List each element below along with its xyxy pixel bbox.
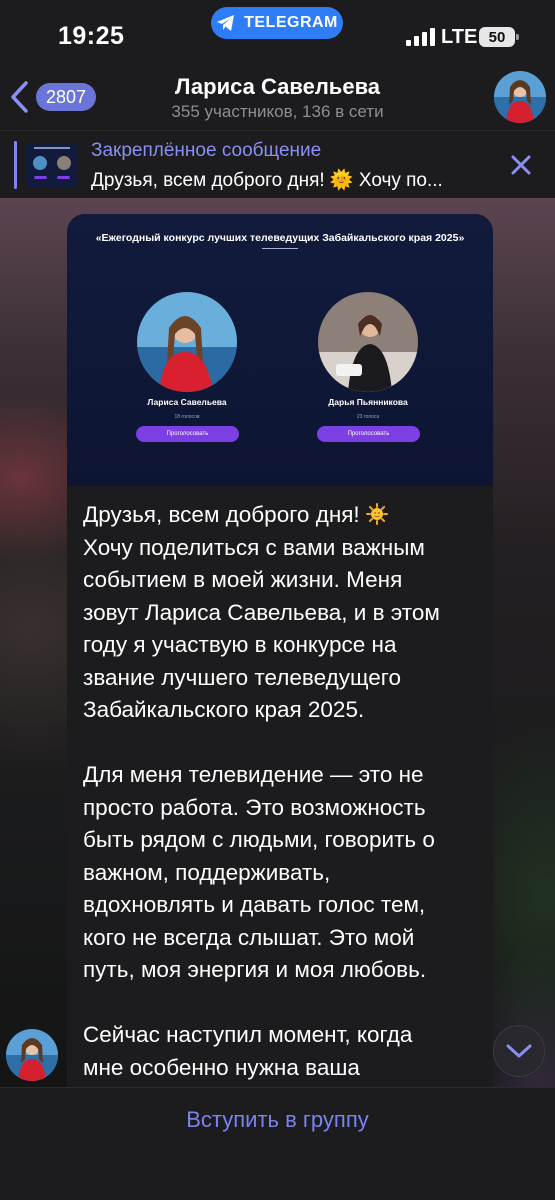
message-paragraph: Хочу поделиться с вами важным событием в… xyxy=(83,534,440,723)
message-bubble[interactable]: «Ежегодный конкурс лучших телеведущих За… xyxy=(67,214,493,1087)
candidate-votes: 18 голосов xyxy=(174,414,200,420)
chat-header: 2807 Лариса Савельева 355 участников, 13… xyxy=(0,64,555,130)
contest-title: «Ежегодный конкурс лучших телеведущих За… xyxy=(95,232,465,244)
sun-emoji-icon xyxy=(365,503,388,525)
sender-avatar[interactable] xyxy=(6,1029,58,1081)
candidate-name: Дарья Пьянникова xyxy=(328,397,408,407)
message-paragraph: Для меня телевидение — это не просто раб… xyxy=(83,762,435,982)
scroll-down-button[interactable] xyxy=(493,1025,545,1077)
battery-level: 50 xyxy=(488,28,506,46)
chevron-down-icon xyxy=(506,1044,532,1058)
signal-icon xyxy=(406,28,435,46)
vote-button[interactable]: Проголосовать xyxy=(136,426,239,442)
network-label: LTE xyxy=(441,26,478,48)
message-text: Друзья, всем доброго дня! Хочу поделитьс… xyxy=(83,499,483,1084)
telegram-pill-label: TELEGRAM xyxy=(244,14,338,31)
candidate-photo xyxy=(137,292,237,392)
status-bar: 19:25 TELEGRAM LTE 50 xyxy=(0,0,555,64)
bottom-bar: Вступить в группу xyxy=(0,1087,555,1200)
status-time: 19:25 xyxy=(58,22,125,50)
join-group-button[interactable]: Вступить в группу xyxy=(0,1107,555,1133)
pinned-message[interactable]: Закреплённое сообщение Друзья, всем добр… xyxy=(0,130,555,198)
close-icon[interactable] xyxy=(509,153,533,177)
pinned-indicator xyxy=(14,141,17,189)
pinned-thumbnail xyxy=(26,143,78,187)
candidate-photo xyxy=(318,292,418,392)
chat-avatar[interactable] xyxy=(494,71,546,123)
pinned-title: Закреплённое сообщение xyxy=(91,140,322,161)
message-paragraph: Сейчас наступил момент, когда мне особен… xyxy=(83,1022,413,1080)
chat-title[interactable]: Лариса Савельева xyxy=(0,74,555,100)
divider xyxy=(262,248,298,249)
vote-button[interactable]: Проголосовать xyxy=(317,426,420,442)
pinned-text: Друзья, всем доброго дня! 🌞 Хочу по... xyxy=(91,170,443,191)
battery-icon: 50 xyxy=(479,27,519,47)
message-image[interactable]: «Ежегодный конкурс лучших телеведущих За… xyxy=(67,214,493,486)
telegram-icon xyxy=(217,15,235,31)
candidate-name: Лариса Савельева xyxy=(147,397,227,407)
candidate-votes: 23 голоса xyxy=(356,414,380,420)
message-paragraph: Друзья, всем доброго дня! xyxy=(83,502,366,527)
telegram-pill[interactable]: TELEGRAM xyxy=(211,7,343,39)
chat-subtitle: 355 участников, 136 в сети xyxy=(171,102,384,121)
